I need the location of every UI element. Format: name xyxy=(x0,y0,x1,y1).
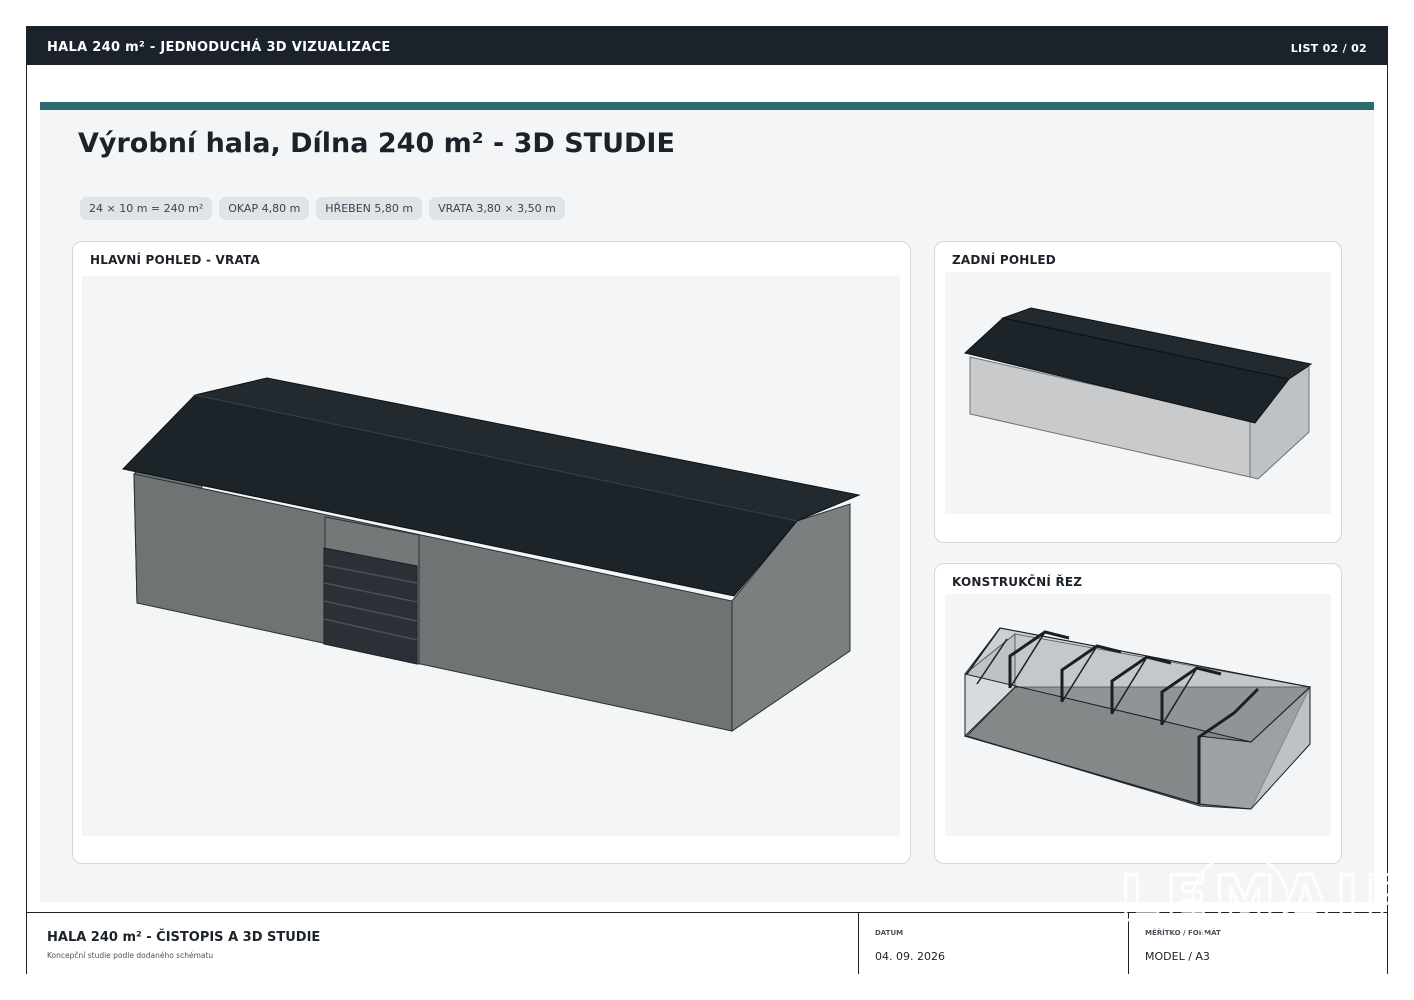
title-block-date: DATUM 04. 09. 2026 xyxy=(858,913,1128,974)
scale-value: MODEL / A3 xyxy=(1145,950,1210,963)
page-title: Výrobní hala, Dílna 240 m² - 3D STUDIE xyxy=(78,128,675,159)
gate xyxy=(323,547,418,665)
rear-view-canvas[interactable] xyxy=(945,272,1331,514)
chip-eave: OKAP 4,80 m xyxy=(219,197,310,220)
title-block: HALA 240 m² - ČISTOPIS A 3D STUDIE Konce… xyxy=(27,912,1387,974)
section-view-canvas[interactable] xyxy=(945,594,1331,836)
header-title: HALA 240 m² - JEDNODUCHÁ 3D VIZUALIZACE xyxy=(47,40,391,55)
rear-view-title: ZADNÍ POHLED xyxy=(952,253,1056,267)
dimension-chips: 24 × 10 m = 240 m² OKAP 4,80 m HŘEBEN 5,… xyxy=(80,197,565,220)
accent-stripe xyxy=(40,102,1374,110)
main-view-canvas[interactable] xyxy=(82,276,900,836)
section-illustration xyxy=(964,627,1312,810)
project-name: HALA 240 m² - ČISTOPIS A 3D STUDIE xyxy=(47,930,321,945)
title-block-scale: MĚŘÍTKO / FORMÁT MODEL / A3 xyxy=(1128,913,1387,974)
main-view-card: HLAVNÍ POHLED - VRATA xyxy=(72,241,911,864)
date-value: 04. 09. 2026 xyxy=(875,950,945,963)
chip-gate: VRATA 3,80 × 3,50 m xyxy=(429,197,565,220)
rear-hall-illustration xyxy=(963,307,1313,480)
content-panel: Výrobní hala, Dílna 240 m² - 3D STUDIE 2… xyxy=(40,102,1374,902)
section-view-title: KONSTRUKČNÍ ŘEZ xyxy=(952,575,1083,589)
scale-label: MĚŘÍTKO / FORMÁT xyxy=(1145,929,1221,937)
sheet-number: LIST 02 / 02 xyxy=(1290,42,1367,55)
date-label: DATUM xyxy=(875,929,904,937)
section-view-card: KONSTRUKČNÍ ŘEZ xyxy=(934,563,1342,864)
chip-area: 24 × 10 m = 240 m² xyxy=(80,197,213,220)
drawing-sheet: HALA 240 m² - JEDNODUCHÁ 3D VIZUALIZACE … xyxy=(26,26,1388,974)
chip-ridge: HŘEBEN 5,80 m xyxy=(316,197,423,220)
header-bar: HALA 240 m² - JEDNODUCHÁ 3D VIZUALIZACE … xyxy=(27,27,1387,65)
main-hall-illustration xyxy=(122,377,861,732)
project-subtitle: Koncepční studie podle dodaného schématu xyxy=(47,951,214,960)
rear-view-card: ZADNÍ POHLED xyxy=(934,241,1342,543)
main-view-title: HLAVNÍ POHLED - VRATA xyxy=(90,253,260,267)
title-block-project: HALA 240 m² - ČISTOPIS A 3D STUDIE Konce… xyxy=(27,913,858,974)
